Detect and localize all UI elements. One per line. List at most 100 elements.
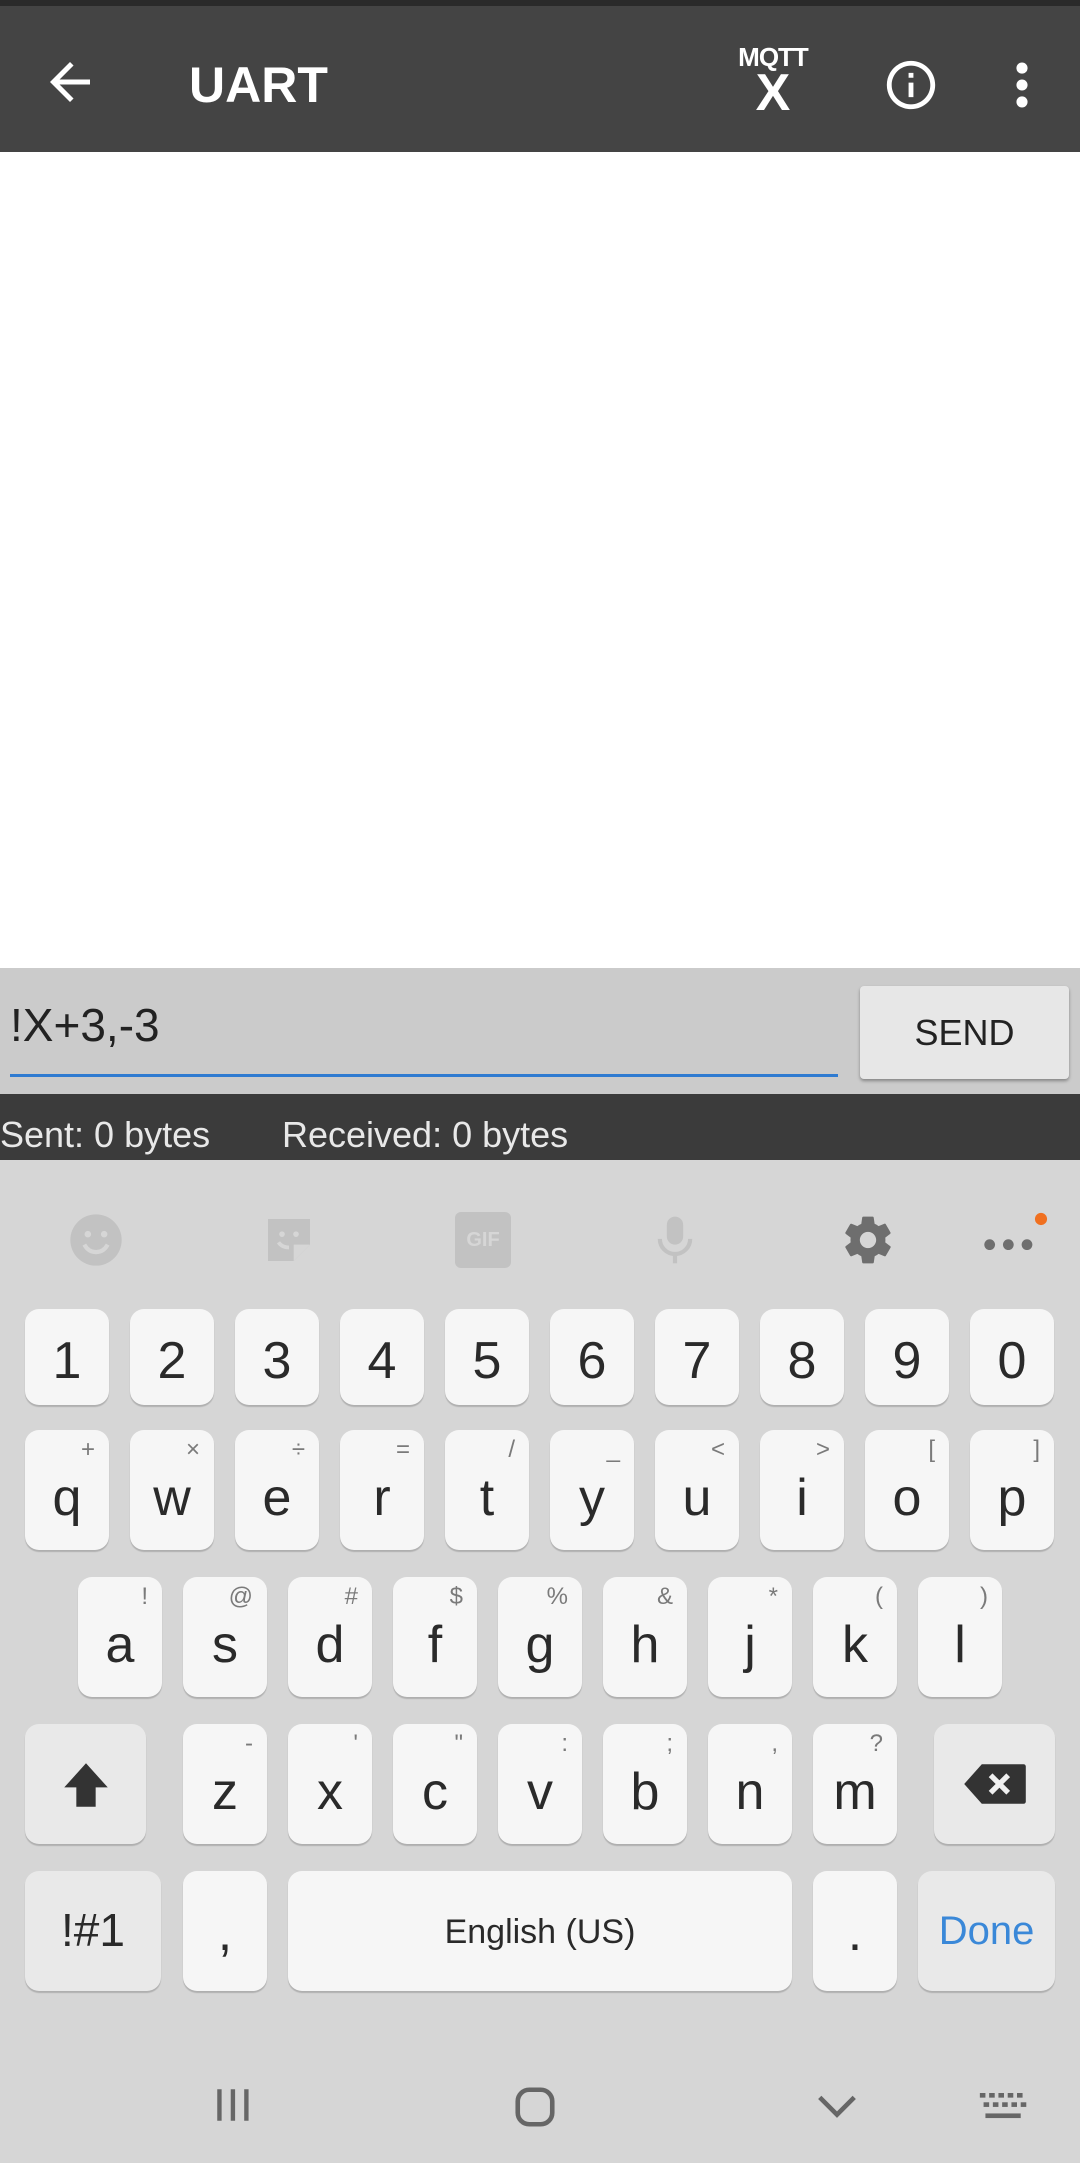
key-g[interactable]: % g <box>498 1577 582 1697</box>
key-p[interactable]: ] p <box>970 1430 1054 1550</box>
send-button[interactable]: SEND <box>860 986 1069 1079</box>
key-2[interactable]: 2 <box>130 1309 214 1405</box>
key-o[interactable]: [o <box>865 1430 949 1550</box>
key-f[interactable]: $ f <box>393 1577 477 1697</box>
key-label: l <box>954 1616 966 1674</box>
key-e[interactable]: ÷ e <box>235 1430 319 1550</box>
key-secondary: : <box>561 1730 568 1757</box>
home-icon[interactable] <box>512 2084 558 2130</box>
key-label: , <box>217 1904 233 1962</box>
key-q[interactable]: + q <box>25 1430 109 1550</box>
key-label: 8 <box>787 1332 817 1390</box>
mqtt-button[interactable]: MQTT X <box>730 44 816 120</box>
key-label: u <box>682 1469 712 1527</box>
key-label: o <box>892 1469 922 1527</box>
key-x[interactable]: ' x <box>288 1724 372 1844</box>
emoji-icon[interactable] <box>68 1212 124 1268</box>
space-bar[interactable]: English (US) <box>288 1871 792 1991</box>
recent-apps-icon[interactable] <box>212 2084 254 2126</box>
key-secondary: ? <box>869 1730 883 1757</box>
key-secondary: ! <box>141 1583 148 1610</box>
uart-log-area <box>0 152 1080 968</box>
key-secondary: ' <box>353 1730 358 1757</box>
key-secondary: ) <box>980 1583 988 1610</box>
key-i[interactable]: > i <box>760 1430 844 1550</box>
key-0[interactable]: 0 <box>970 1309 1054 1405</box>
key-l[interactable]: ) l <box>918 1577 1002 1697</box>
period-key[interactable]: . <box>813 1871 897 1991</box>
key-secondary: & <box>656 1583 673 1610</box>
key-label: s <box>212 1616 238 1674</box>
settings-icon[interactable] <box>840 1212 896 1268</box>
key-secondary: # <box>344 1583 358 1610</box>
key-secondary: ÷ <box>291 1436 305 1463</box>
key-z[interactable]: -z <box>183 1724 267 1844</box>
key-label: 7 <box>682 1332 712 1390</box>
key-j[interactable]: * j <box>708 1577 792 1697</box>
key-n[interactable]: ,n <box>708 1724 792 1844</box>
key-y[interactable]: _ y <box>550 1430 634 1550</box>
key-r[interactable]: = r <box>340 1430 424 1550</box>
key-label: a <box>105 1616 135 1674</box>
key-label: g <box>525 1616 555 1674</box>
key-secondary: ] <box>1033 1436 1040 1463</box>
key-s[interactable]: @ s <box>183 1577 267 1697</box>
key-secondary: = <box>395 1436 410 1463</box>
key-5[interactable]: 5 <box>445 1309 529 1405</box>
key-7[interactable]: 7 <box>655 1309 739 1405</box>
key-secondary: × <box>185 1436 200 1463</box>
key-d[interactable]: # d <box>288 1577 372 1697</box>
key-secondary: < <box>710 1436 725 1463</box>
key-3[interactable]: 3 <box>235 1309 319 1405</box>
shift-key[interactable] <box>25 1724 146 1844</box>
key-8[interactable]: 8 <box>760 1309 844 1405</box>
symbols-key[interactable]: !#1 <box>25 1871 161 1991</box>
mic-icon[interactable] <box>647 1212 703 1268</box>
key-k[interactable]: (k <box>813 1577 897 1697</box>
done-key[interactable]: Done <box>918 1871 1055 1991</box>
keyboard-icon[interactable] <box>978 2084 1030 2128</box>
key-label: 9 <box>892 1332 922 1390</box>
key-secondary: - <box>245 1730 253 1757</box>
key-4[interactable]: 4 <box>340 1309 424 1405</box>
hide-keyboard-icon[interactable] <box>814 2084 860 2130</box>
more-icon[interactable] <box>978 1212 1048 1268</box>
backspace-icon <box>964 1764 1026 1804</box>
key-c[interactable]: " c <box>393 1724 477 1844</box>
sticker-icon[interactable] <box>261 1212 317 1268</box>
system-nav-bar <box>0 2048 1080 2163</box>
symbols-label: !#1 <box>61 1904 125 1956</box>
comma-key[interactable]: , <box>183 1871 267 1991</box>
key-label: z <box>212 1763 238 1821</box>
key-label: 3 <box>262 1332 292 1390</box>
key-6[interactable]: 6 <box>550 1309 634 1405</box>
key-label: 2 <box>157 1332 187 1390</box>
key-secondary: ( <box>875 1583 883 1610</box>
overflow-menu-icon[interactable] <box>1002 56 1042 114</box>
backspace-key[interactable] <box>934 1724 1055 1844</box>
gif-icon[interactable]: GIF <box>455 1212 511 1268</box>
key-u[interactable]: < u <box>655 1430 739 1550</box>
input-bar: !X+3,-3 SEND <box>0 968 1080 1094</box>
key-1[interactable]: 1 <box>25 1309 109 1405</box>
key-m[interactable]: ? m <box>813 1724 897 1844</box>
key-t[interactable]: / t <box>445 1430 529 1550</box>
key-b[interactable]: ; b <box>603 1724 687 1844</box>
key-label: m <box>833 1763 877 1821</box>
key-9[interactable]: 9 <box>865 1309 949 1405</box>
key-label: h <box>630 1616 660 1674</box>
back-arrow-icon[interactable] <box>40 52 100 112</box>
key-a[interactable]: ! a <box>78 1577 162 1697</box>
key-h[interactable]: & h <box>603 1577 687 1697</box>
byte-counter-bar: Sent: 0 bytes Received: 0 bytes <box>0 1094 1080 1160</box>
key-label: k <box>842 1616 868 1674</box>
info-icon[interactable] <box>882 56 940 114</box>
key-label: t <box>479 1469 495 1527</box>
key-label: e <box>262 1469 292 1527</box>
key-secondary: @ <box>228 1583 253 1610</box>
key-v[interactable]: :v <box>498 1724 582 1844</box>
message-input[interactable]: !X+3,-3 <box>10 968 838 1077</box>
key-secondary: + <box>80 1436 95 1463</box>
key-secondary: * <box>768 1583 778 1610</box>
key-w[interactable]: × w <box>130 1430 214 1550</box>
